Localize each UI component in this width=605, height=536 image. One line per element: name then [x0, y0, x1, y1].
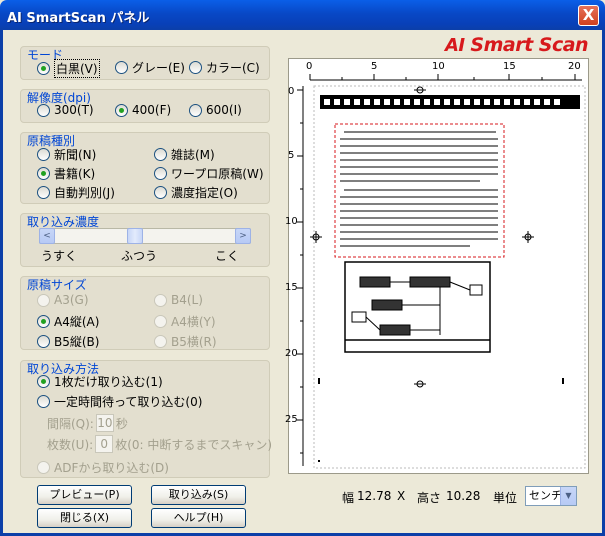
vruler-label-25: 25 [285, 414, 298, 425]
hruler-label-10: 10 [432, 61, 445, 72]
vruler-label-20: 20 [285, 348, 298, 359]
vruler-label-10: 10 [285, 216, 298, 227]
chevron-down-icon[interactable]: ▼ [560, 487, 576, 505]
vertical-ruler [297, 86, 304, 466]
hruler-label-20: 20 [568, 61, 581, 72]
vruler-label-5: 5 [288, 150, 295, 161]
height-value: 10.28 [446, 489, 481, 503]
vruler-label-0: 0 [288, 86, 295, 97]
horizontal-ruler [309, 74, 582, 81]
dimension-separator: X [397, 489, 406, 503]
unit-label: 単位 [493, 491, 518, 505]
width-label: 幅 [342, 491, 355, 505]
height-label: 高さ [417, 491, 442, 505]
unit-select[interactable]: センチ ▼ [525, 486, 577, 506]
preview-svg [297, 74, 586, 469]
vruler-label-15: 15 [285, 282, 298, 293]
unit-select-value: センチ [529, 489, 562, 502]
hruler-label-5: 5 [371, 61, 378, 72]
hruler-label-0: 0 [306, 61, 313, 72]
width-value: 12.78 [357, 489, 392, 503]
hruler-label-15: 15 [503, 61, 516, 72]
